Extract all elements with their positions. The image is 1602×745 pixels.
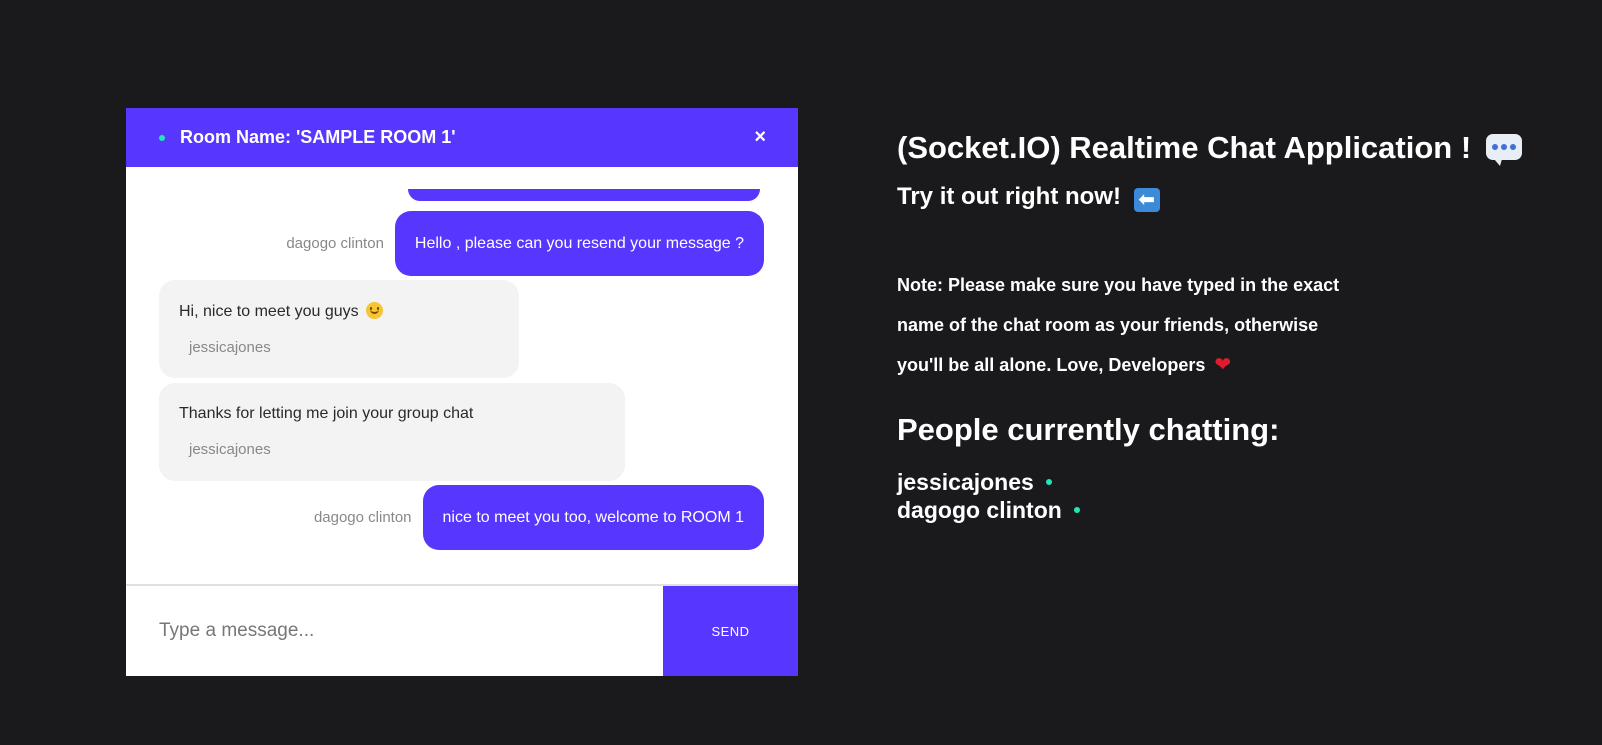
page-subtitle: Try it out right now! ⬅ xyxy=(897,182,1577,212)
message-incoming: Thanks for letting me join your group ch… xyxy=(159,383,625,481)
chat-panel: Room Name: 'SAMPLE ROOM 1' × dagogo clin… xyxy=(126,108,798,676)
note-text: Note: Please make sure you have typed in… xyxy=(897,265,1357,385)
message-list[interactable]: dagogo clinton Hello , please can you re… xyxy=(126,167,798,584)
message-text-row: Hi, nice to meet you guys xyxy=(179,302,499,321)
message-composer: SEND xyxy=(126,584,798,676)
online-indicator xyxy=(1045,479,1052,485)
room-name: Room Name: 'SAMPLE ROOM 1' xyxy=(180,127,456,147)
message-outgoing: dagogo clinton nice to meet you too, wel… xyxy=(314,485,764,550)
message-text: Hi, nice to meet you guys xyxy=(179,303,359,320)
speech-balloon-icon xyxy=(1485,134,1522,166)
info-panel: (Socket.IO) Realtime Chat Application ! … xyxy=(897,128,1577,524)
online-indicator xyxy=(1073,507,1080,513)
close-button[interactable]: × xyxy=(754,127,766,147)
message-incoming: Hi, nice to meet you guys jessicajones xyxy=(159,280,519,378)
message-text: Thanks for letting me join your group ch… xyxy=(179,405,474,422)
message-author: dagogo clinton xyxy=(313,509,412,526)
page-title-text: (Socket.IO) Realtime Chat Application ! xyxy=(897,130,1472,165)
chat-header: Room Name: 'SAMPLE ROOM 1' × xyxy=(126,108,798,167)
left-arrow-icon: ⬅ xyxy=(1133,188,1160,212)
people-list: jessicajones dagogo clinton xyxy=(897,468,1577,524)
message-author: jessicajones xyxy=(189,441,271,458)
online-indicator xyxy=(159,134,165,141)
smile-icon xyxy=(366,302,384,319)
people-heading: People currently chatting: xyxy=(897,412,1280,447)
message-author: dagogo clinton xyxy=(286,235,384,252)
note-body: Note: Please make sure you have typed in… xyxy=(897,275,1340,375)
message-bubble-partial xyxy=(408,189,760,201)
message-text: nice to meet you too, welcome to ROOM 1 xyxy=(422,485,764,550)
page: Room Name: 'SAMPLE ROOM 1' × dagogo clin… xyxy=(0,0,1602,745)
message-text: Hello , please can you resend your messa… xyxy=(394,211,764,276)
person-name: dagogo clinton xyxy=(897,497,1062,523)
person-item: jessicajones xyxy=(897,468,1577,496)
message-author: jessicajones xyxy=(189,339,271,356)
page-subtitle-text: Try it out right now! xyxy=(897,183,1121,210)
heart-icon: ❤ xyxy=(1214,354,1232,376)
message-input[interactable] xyxy=(126,586,663,676)
person-item: dagogo clinton xyxy=(897,496,1577,524)
send-button[interactable]: SEND xyxy=(663,586,798,676)
person-name: jessicajones xyxy=(897,469,1034,495)
page-title: (Socket.IO) Realtime Chat Application ! xyxy=(897,128,1577,168)
message-outgoing: dagogo clinton Hello , please can you re… xyxy=(286,211,764,276)
